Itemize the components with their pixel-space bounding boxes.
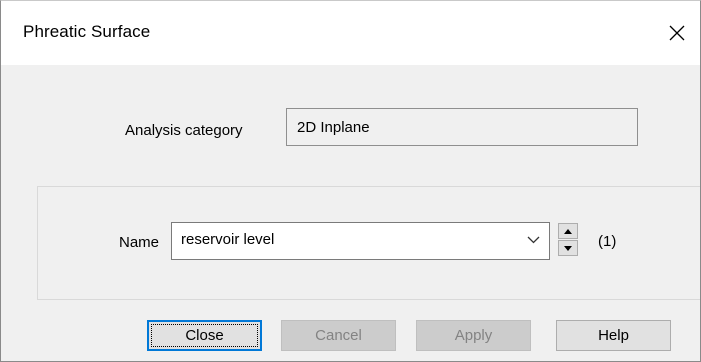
apply-button[interactable]: Apply [416,320,531,351]
name-spinner [558,223,580,259]
close-icon [669,25,685,41]
cancel-button-label: Cancel [315,327,362,344]
chevron-down-icon [527,236,540,244]
close-button[interactable]: Close [147,320,262,351]
triangle-up-icon [564,228,572,234]
name-dropdown[interactable]: reservoir level [171,222,550,260]
name-label: Name [119,234,160,251]
close-window-button[interactable] [654,1,700,65]
title-bar: Phreatic Surface [1,1,700,65]
name-count: (1) [598,233,617,250]
spin-up-button[interactable] [558,223,578,239]
help-button-label: Help [598,327,629,344]
analysis-category-field: 2D Inplane [286,108,638,146]
phreatic-surface-dialog: Phreatic Surface Analysis category 2D In… [0,0,701,362]
analysis-category-label: Analysis category [125,122,243,139]
close-button-label: Close [185,327,224,344]
spin-down-button[interactable] [558,240,578,256]
help-button[interactable]: Help [556,320,671,351]
name-dropdown-value: reservoir level [181,231,275,248]
analysis-category-value: 2D Inplane [297,119,370,136]
dialog-title: Phreatic Surface [23,22,151,41]
cancel-button[interactable]: Cancel [281,320,396,351]
triangle-down-icon [564,245,572,251]
apply-button-label: Apply [454,327,493,344]
